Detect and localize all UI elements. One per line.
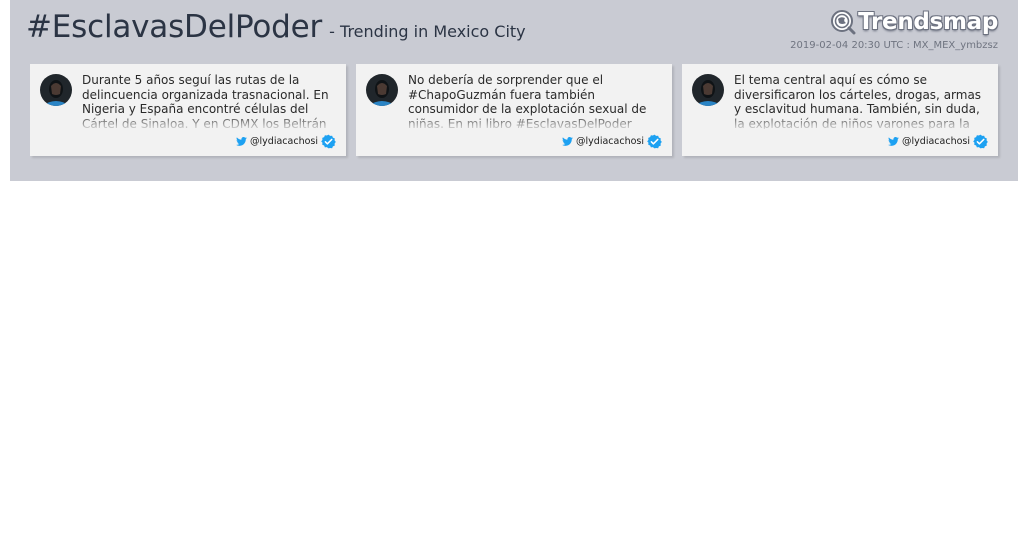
verified-check-icon [647,134,662,149]
tweet-card[interactable]: No debería de sorprender que el #ChapoGu… [356,64,672,156]
globe-magnifier-icon [831,10,856,35]
verified-check-icon [973,134,988,149]
trending-hashtag[interactable]: #EsclavasDelPoder [26,9,322,45]
user-avatar [692,74,724,106]
avatar[interactable] [692,74,724,106]
trendsmap-logo[interactable]: Trendsmap [830,6,998,38]
tweet-card[interactable]: El tema central aquí es cómo se diversif… [682,64,998,156]
user-avatar [366,74,398,106]
tweet-text: El tema central aquí es cómo se diversif… [734,73,982,129]
twitter-bird-icon [562,137,573,146]
twitter-bird-icon [236,137,247,146]
tweet-author[interactable]: @lydiacachosi [562,134,662,149]
tweet-handle[interactable]: @lydiacachosi [576,136,644,147]
tweet-text: No debería de sorprender que el #ChapoGu… [408,73,647,129]
trending-location: - Trending in Mexico City [329,22,526,41]
tweet-card[interactable]: Durante 5 años seguí las rutas de la del… [30,64,346,156]
verified-check-icon [321,134,336,149]
tweet-handle[interactable]: @lydiacachosi [250,136,318,147]
avatar[interactable] [40,74,72,106]
title-row: #EsclavasDelPoder - Trending in Mexico C… [26,9,526,45]
twitter-bird-icon [888,137,899,146]
tweet-text: Durante 5 años seguí las rutas de la del… [82,73,329,129]
timestamp-location-code: 2019-02-04 20:30 UTC : MX_MEX_ymbzsz [790,40,998,51]
tweet-author[interactable]: @lydiacachosi [888,134,988,149]
tweet-author[interactable]: @lydiacachosi [236,134,336,149]
tweet-handle[interactable]: @lydiacachosi [902,136,970,147]
logo-text: Trendsmap [858,9,998,35]
user-avatar [40,74,72,106]
avatar[interactable] [366,74,398,106]
